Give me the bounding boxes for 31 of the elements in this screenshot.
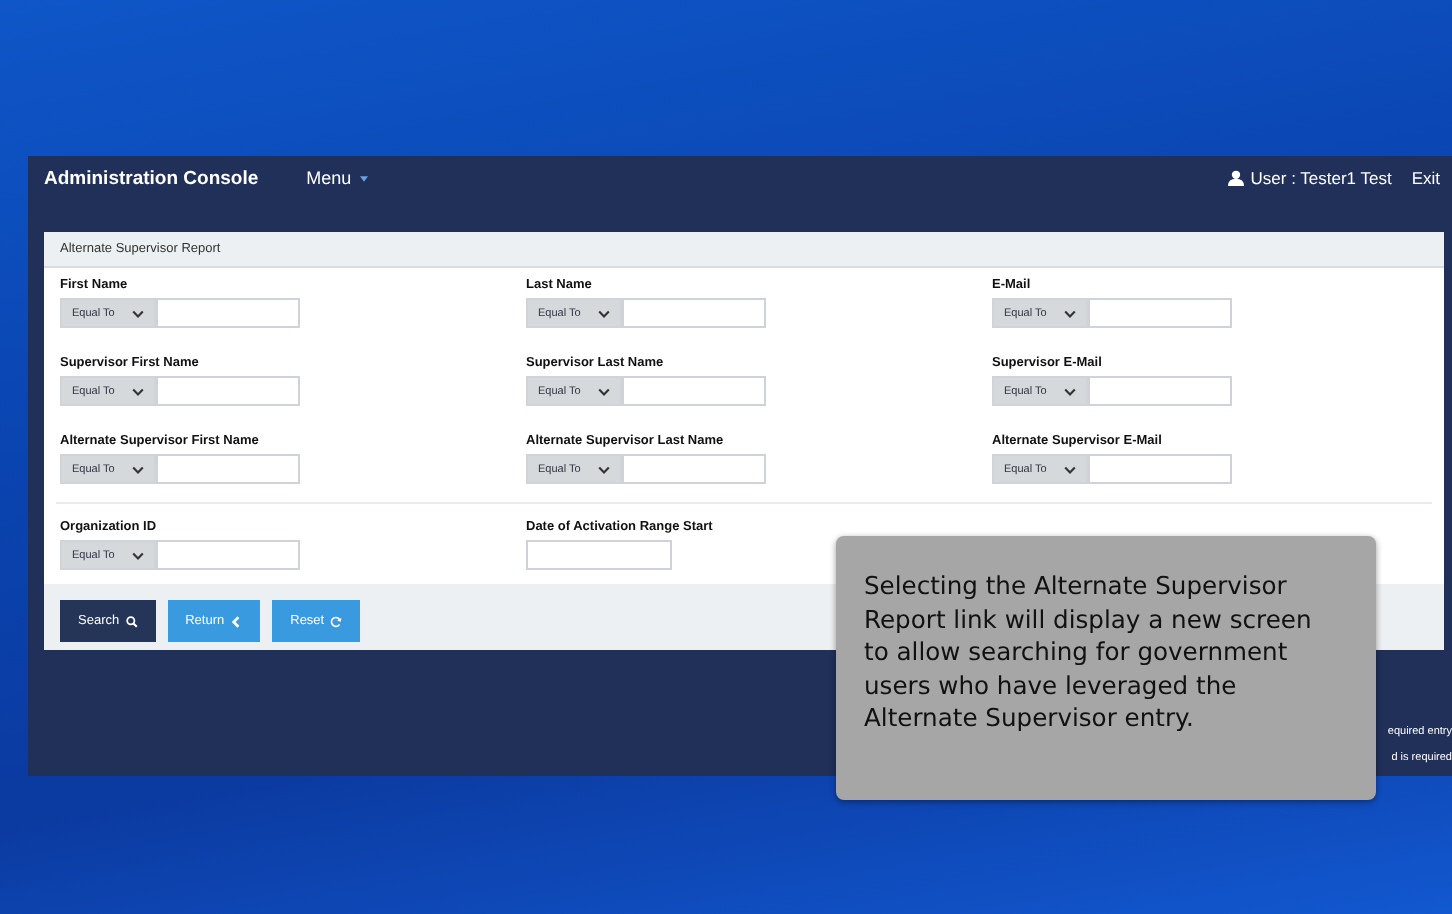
chevron-down-icon <box>598 465 610 473</box>
chevron-down-icon <box>1064 309 1076 317</box>
chevron-down-icon <box>132 551 144 559</box>
input-field[interactable] <box>156 454 300 484</box>
date-field[interactable] <box>526 540 672 570</box>
input-field[interactable] <box>622 454 766 484</box>
user-name: User : Tester1 Test <box>1250 168 1392 188</box>
input-field[interactable] <box>1088 376 1232 406</box>
app-title: Administration Console <box>44 167 259 189</box>
refresh-icon <box>330 615 343 627</box>
chevron-down-icon <box>132 387 144 395</box>
exit-link[interactable]: Exit <box>1411 168 1440 188</box>
input-field[interactable] <box>156 376 300 406</box>
chevron-down-icon <box>598 309 610 317</box>
chevron-down-icon <box>132 465 144 473</box>
input-field[interactable] <box>622 298 766 328</box>
input-field[interactable] <box>622 376 766 406</box>
input-field[interactable] <box>1088 298 1232 328</box>
chevron-down-icon <box>1064 387 1076 395</box>
menu-button[interactable]: Menu <box>306 168 369 188</box>
search-icon <box>125 615 138 627</box>
caret-icon <box>360 176 369 183</box>
input-field[interactable] <box>156 298 300 328</box>
chevron-down-icon <box>598 387 610 395</box>
user-icon <box>1228 170 1245 186</box>
chevron-down-icon <box>132 309 144 317</box>
callout-text: Selecting the Alternate Supervisor Report link will display a new screen to allow searching for government users who have leveraged the Alternate Supervisor entry. <box>864 570 1314 735</box>
chevron-down-icon <box>1064 465 1076 473</box>
input-field[interactable] <box>156 540 300 570</box>
chevron-left-icon <box>230 615 243 627</box>
input-field[interactable] <box>1088 454 1232 484</box>
